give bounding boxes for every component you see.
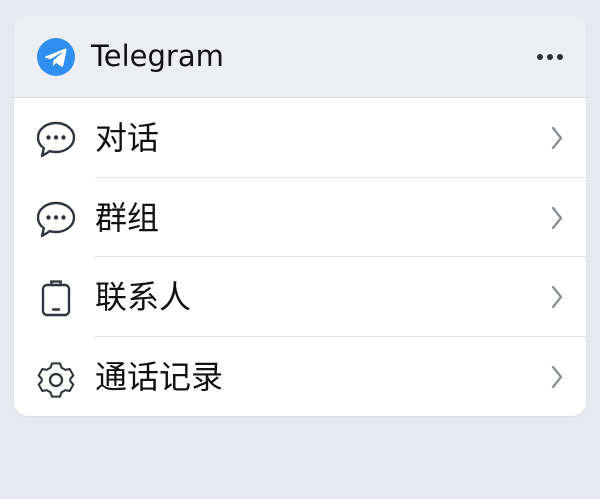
chat-bubble-icon <box>36 121 76 158</box>
chevron-right-icon <box>551 206 563 229</box>
chat-bubble-icon <box>36 201 76 237</box>
ellipsis-icon <box>537 54 563 60</box>
menu-item-contacts[interactable]: 联系人 <box>14 257 586 337</box>
app-title: Telegram <box>91 39 224 73</box>
menu-list: 对话 群组 联系人 通话记录 <box>14 98 586 416</box>
menu-item-label: 对话 <box>95 119 160 157</box>
menu-item-label: 联系人 <box>95 278 192 316</box>
phone-device-icon <box>41 280 71 317</box>
shortcut-widget: Telegram 对话 群组 联系人 通话记录 <box>14 16 586 416</box>
menu-item-call-history[interactable]: 通话记录 <box>14 337 586 417</box>
menu-item-conversations[interactable]: 对话 <box>14 98 586 178</box>
chevron-right-icon <box>551 365 563 388</box>
telegram-logo-icon <box>37 38 75 76</box>
chevron-right-icon <box>551 285 563 309</box>
more-options-button[interactable] <box>534 44 566 70</box>
menu-item-label: 群组 <box>95 198 160 237</box>
chevron-right-icon <box>551 126 563 150</box>
gear-icon <box>37 361 75 398</box>
menu-item-groups[interactable]: 群组 <box>14 178 586 257</box>
menu-item-label: 通话记录 <box>95 357 224 396</box>
widget-header: Telegram <box>14 16 586 98</box>
